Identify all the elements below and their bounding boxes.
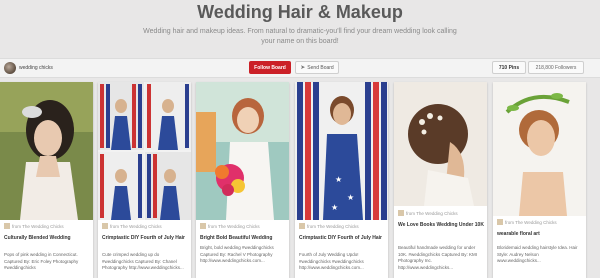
- pin-image[interactable]: [394, 82, 487, 206]
- pin-source[interactable]: from The Wedding Chicks: [299, 222, 385, 230]
- pin-description: Beautiful handmade wedding for under 10K…: [398, 245, 478, 270]
- pin-card[interactable]: from The Wedding Chicks Culturally Blend…: [0, 82, 93, 278]
- pin-card[interactable]: ★ ★ ★ from The Wedding Chicks Crimptasti…: [295, 82, 388, 278]
- pin-image[interactable]: [493, 82, 586, 216]
- pin-title: We Love Books Wedding Under 10K: [398, 222, 484, 228]
- pin-description: Bloridemaid wedding hairstyle Idea. Hair…: [497, 245, 578, 263]
- follow-board-button[interactable]: Follow Board: [249, 61, 291, 74]
- board-description: Wedding hair and makeup ideas. From natu…: [143, 28, 457, 45]
- followers-count[interactable]: 218,800 Followers: [528, 61, 584, 74]
- pin-source[interactable]: from The Wedding Chicks: [102, 222, 188, 230]
- send-icon: ➤: [300, 65, 306, 71]
- source-icon: [398, 210, 404, 216]
- board-action-bar: wedding chicks Follow Board ➤ Send Board…: [0, 58, 600, 78]
- pin-description: Cute crimped wedding up do #weddingchick…: [102, 252, 184, 270]
- pin-description: Pops of pink wedding in Connecticut. Cap…: [4, 252, 79, 270]
- pin-description: Bright, bold wedding #weddingchicks Capt…: [200, 245, 274, 263]
- send-board-button[interactable]: ➤ Send Board: [295, 61, 339, 74]
- pin-image[interactable]: [0, 82, 93, 220]
- board-owner[interactable]: wedding chicks: [4, 62, 53, 74]
- svg-text:★: ★: [331, 203, 338, 212]
- avatar[interactable]: [4, 62, 16, 74]
- pin-source[interactable]: from The Wedding Chicks: [398, 209, 484, 217]
- source-icon: [200, 223, 206, 229]
- pin-title: wearable floral art: [497, 231, 540, 237]
- pin-title: Culturally Blended Wedding: [4, 235, 71, 241]
- pin-card[interactable]: from The Wedding Chicks Crimptastic DIY …: [98, 82, 191, 278]
- pin-image[interactable]: ★ ★ ★: [295, 82, 388, 220]
- pin-image[interactable]: [196, 82, 289, 220]
- pin-source[interactable]: from The Wedding Chicks: [200, 222, 286, 230]
- board-title: Wedding Hair & Makeup: [197, 2, 403, 22]
- pin-source[interactable]: from The Wedding Chicks: [4, 222, 90, 230]
- svg-text:★: ★: [335, 175, 342, 184]
- pin-image[interactable]: [98, 82, 191, 220]
- pin-title: Bright Bold Beautiful Wedding: [200, 235, 273, 241]
- source-icon: [4, 223, 10, 229]
- pin-title: Crimptastic DIY Fourth of July Hair: [299, 235, 382, 241]
- pins-count[interactable]: 710 Pins: [492, 61, 526, 74]
- send-board-label: Send Board: [307, 64, 334, 71]
- owner-name[interactable]: wedding chicks: [19, 65, 53, 71]
- pin-card[interactable]: from The Wedding Chicks Bright Bold Beau…: [196, 82, 289, 278]
- source-icon: [299, 223, 305, 229]
- svg-text:★: ★: [347, 193, 354, 202]
- pin-source[interactable]: from The Wedding Chicks: [497, 218, 583, 226]
- source-icon: [102, 223, 108, 229]
- pin-card[interactable]: from The Wedding Chicks wearable floral …: [493, 82, 586, 278]
- pin-description: Fourth of July Wedding Updo! #weddingchi…: [299, 252, 364, 270]
- source-icon: [497, 219, 503, 225]
- pin-card[interactable]: from The Wedding Chicks We Love Books We…: [394, 82, 487, 278]
- pin-title: Crimptastic DIY Fourth of July Hair: [102, 235, 185, 241]
